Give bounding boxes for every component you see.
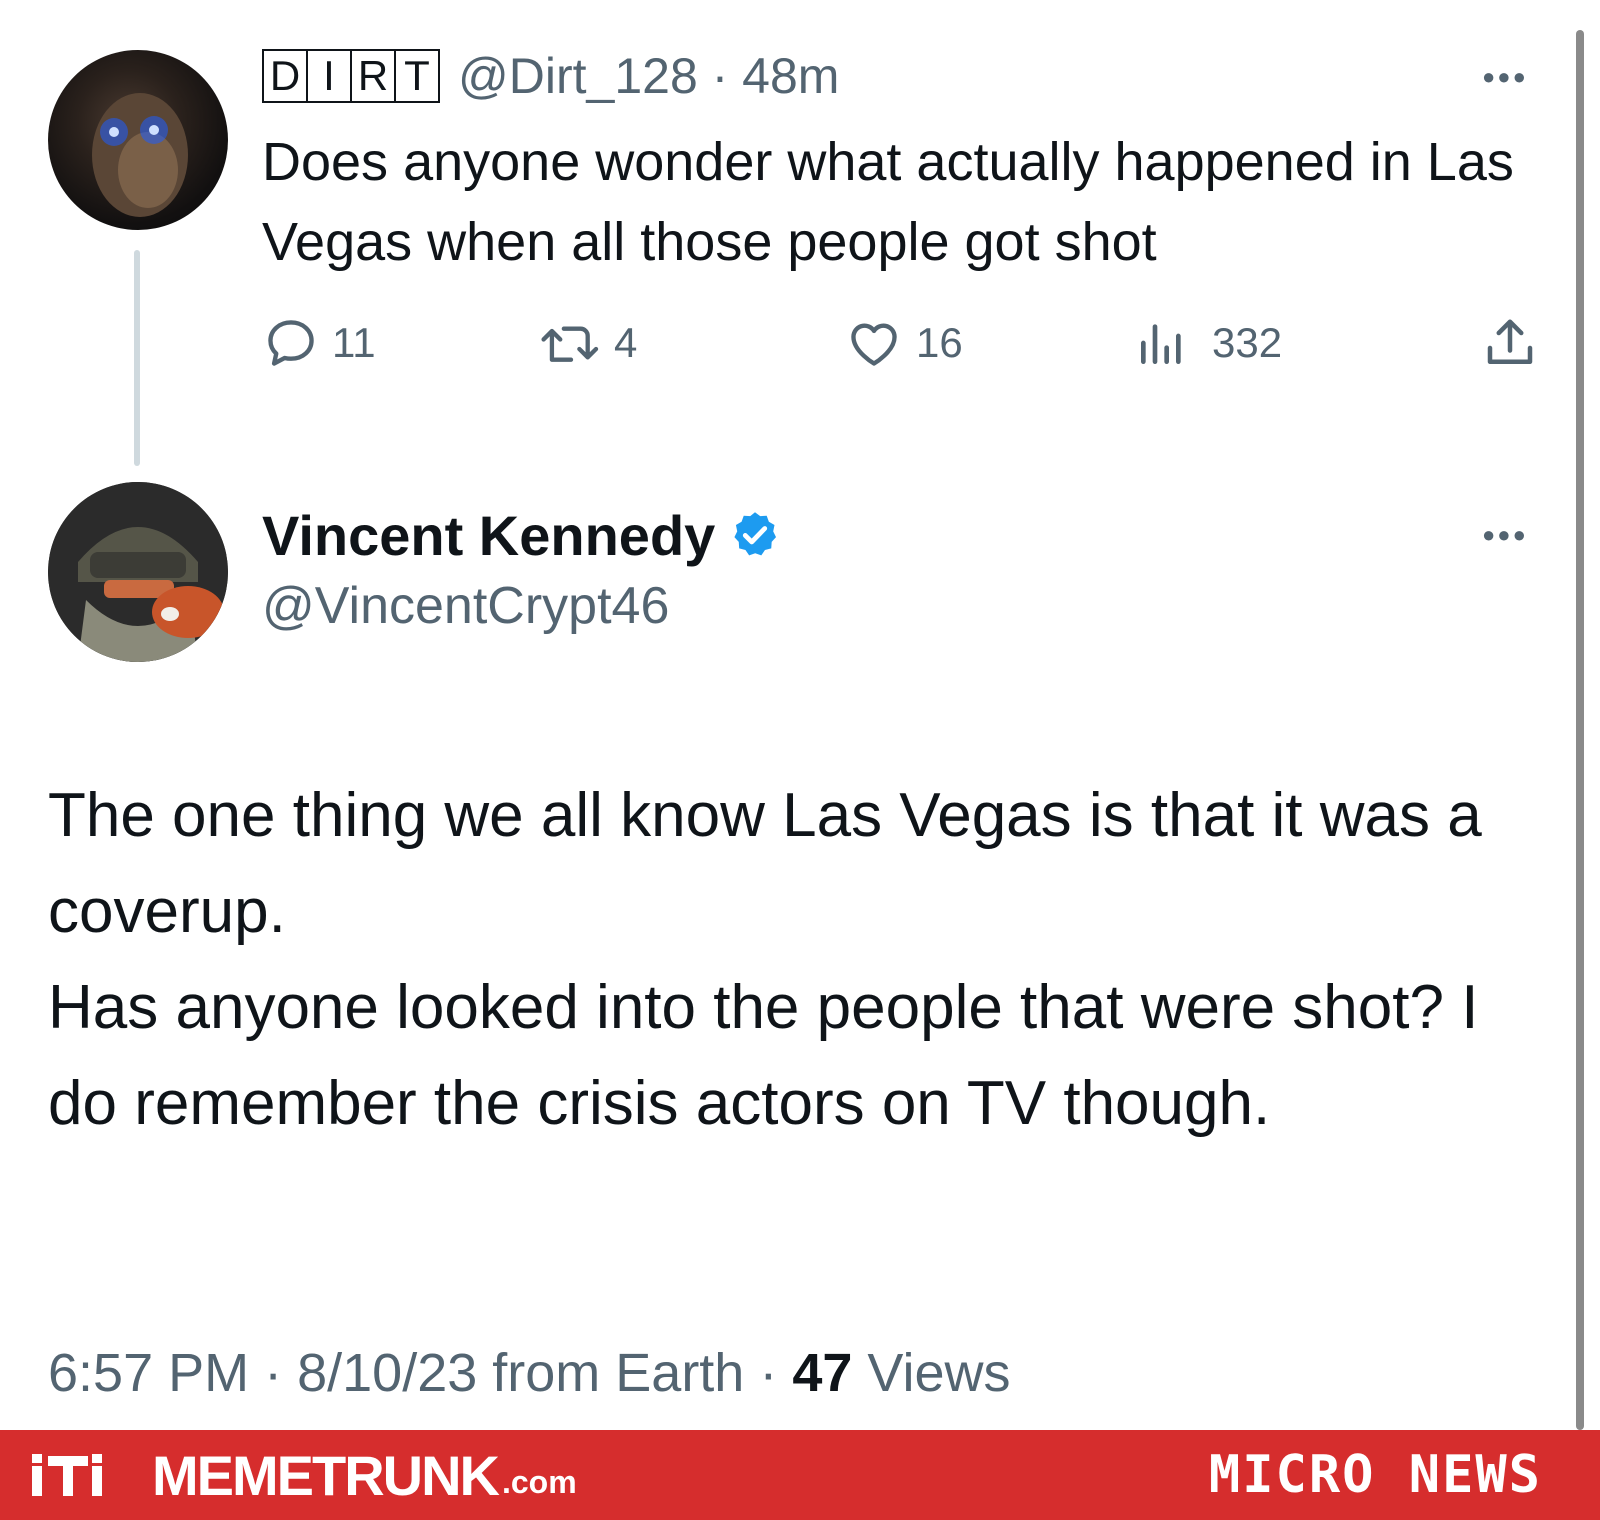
author-handle[interactable]: @VincentCrypt46 [262, 576, 669, 636]
heart-icon [851, 323, 897, 366]
share-icon [1487, 319, 1533, 364]
memetrunk-brand: MEMETRUNK .com [30, 1430, 577, 1520]
views-count-bold: 47 [792, 1343, 853, 1403]
thread-connector-line [134, 250, 140, 466]
author-display-name[interactable]: Vincent Kennedy [262, 503, 715, 568]
share-button[interactable] [1480, 308, 1540, 378]
reply-count: 11 [332, 319, 376, 366]
micro-news-label: MICRO NEWS [1208, 1445, 1542, 1505]
display-name-dirt[interactable]: D I R T [262, 49, 440, 103]
retweet-count: 4 [614, 319, 638, 366]
brand-tld: .com [501, 1463, 577, 1500]
avatar-dirt[interactable] [48, 50, 228, 230]
views-label: Views [852, 1343, 1011, 1403]
retweet-icon [541, 326, 599, 362]
reply-paragraph: The one thing we all know Las Vegas is t… [48, 781, 1482, 946]
avatar-dirt-image [92, 93, 188, 217]
avatar-vincent[interactable] [48, 482, 228, 662]
memetrunk-logo-icon [32, 1454, 102, 1496]
parent-tweet-header: D I R T @Dirt_128 · 48m [262, 46, 839, 106]
views-chart-icon [1141, 324, 1181, 364]
display-name-letter: R [352, 51, 396, 101]
display-name-letter: I [308, 51, 352, 101]
reply-icon [268, 320, 314, 366]
retweet-button[interactable]: 4 [540, 308, 637, 378]
like-count: 16 [916, 319, 963, 366]
reply-tweet-text: The one thing we all know Las Vegas is t… [48, 768, 1528, 1152]
brand-name: MEMETRUNK [152, 1443, 500, 1507]
views-count: 332 [1212, 319, 1283, 366]
parent-tweet-text: Does anyone wonder what actually happene… [262, 132, 1514, 272]
display-name-letter: D [264, 51, 308, 101]
like-button[interactable]: 16 [844, 308, 963, 378]
reply-paragraph: Has anyone looked into the people that w… [48, 973, 1479, 1138]
avatar-vincent-image [48, 482, 228, 662]
tweet-metadata: 6:57 PM · 8/10/23 from Earth · 47 Views [48, 1342, 1010, 1404]
more-dots-icon[interactable]: ●●● [1482, 522, 1528, 548]
handle-and-timestamp[interactable]: @Dirt_128 · 48m [458, 47, 839, 105]
verified-badge-icon[interactable] [729, 509, 781, 561]
reply-author-row: Vincent Kennedy [262, 500, 781, 570]
scrollbar[interactable] [1576, 30, 1584, 1430]
tweet-action-bar: 11 4 16 332 [262, 308, 1552, 378]
display-name-letter: T [404, 52, 430, 99]
more-dots-icon[interactable]: ●●● [1482, 64, 1528, 90]
views-button[interactable]: 332 [1134, 308, 1282, 378]
timestamp-source[interactable]: 6:57 PM · 8/10/23 from Earth · [48, 1343, 792, 1403]
reply-button[interactable]: 11 [262, 308, 376, 378]
memetrunk-footer-banner: MEMETRUNK .com MICRO NEWS [0, 1430, 1600, 1520]
